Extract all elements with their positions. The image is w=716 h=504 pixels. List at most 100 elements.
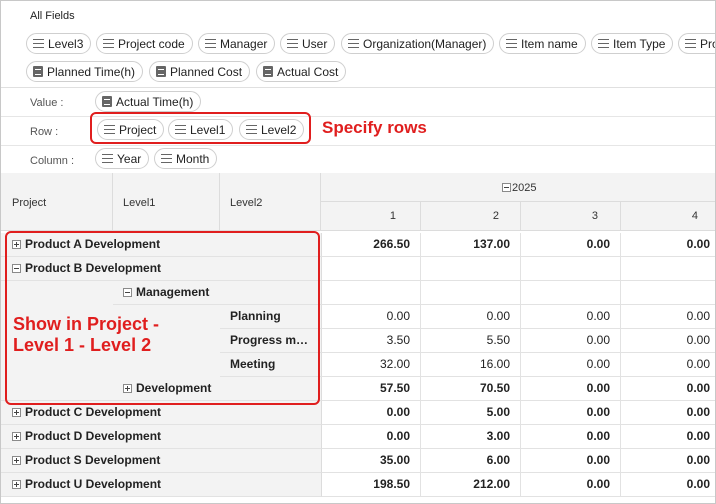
table-cell[interactable]: 57.50 [321, 377, 421, 401]
table-cell[interactable]: 0.00 [621, 305, 715, 329]
row-header-cell[interactable]: Product U Development [1, 473, 321, 497]
field-list-title: All Fields [30, 10, 75, 22]
table-cell[interactable]: 35.00 [321, 449, 421, 473]
field-chip-item-name[interactable]: Item name [499, 33, 586, 54]
row-header-level2[interactable]: Level2 [220, 173, 321, 231]
field-chip-truncated[interactable]: Pro [678, 33, 715, 54]
field-chip-manager[interactable]: Manager [198, 33, 276, 54]
expand-icon[interactable] [12, 456, 21, 465]
table-cell[interactable]: 0.00 [521, 329, 621, 353]
column-header-year[interactable]: 2025 [321, 173, 715, 202]
table-cell[interactable]: 6.00 [421, 449, 521, 473]
rows-callout-text: Specify rows [322, 118, 427, 137]
table-cell[interactable]: 3.00 [421, 425, 521, 449]
table-cell[interactable]: 212.00 [421, 473, 521, 497]
row-header-cell[interactable]: Product D Development [1, 425, 321, 449]
pivot-grid-window: All Fields Level3 Project code Manager U… [0, 0, 716, 504]
list-icon [287, 39, 298, 48]
grid-callout-line-1: Show in Project - [13, 314, 160, 334]
table-cell[interactable] [621, 281, 715, 305]
table-cell[interactable]: 32.00 [321, 353, 421, 377]
field-chip-actual-cost[interactable]: Actual Cost [256, 61, 347, 82]
row-header-project[interactable]: Project [1, 173, 113, 231]
grid-callout-text: Show in Project - Level 1 - Level 2 [13, 314, 159, 356]
column-zone-label: Column : [30, 155, 75, 167]
table-row: Product S Development 35.00 6.00 0.00 0.00 [1, 449, 715, 473]
table-cell[interactable]: 0.00 [521, 305, 621, 329]
table-cell[interactable]: 5.00 [421, 401, 521, 425]
column-header-month-4[interactable]: 4 [621, 202, 715, 231]
table-cell[interactable] [521, 281, 621, 305]
table-cell[interactable]: 0.00 [621, 401, 715, 425]
table-cell[interactable] [421, 257, 521, 281]
column-header-month-2[interactable]: 2 [421, 202, 521, 231]
table-cell[interactable]: 0.00 [621, 233, 715, 257]
table-cell[interactable]: 0.00 [521, 353, 621, 377]
table-cell[interactable] [521, 257, 621, 281]
table-cell[interactable]: 137.00 [421, 233, 521, 257]
measure-icon [263, 66, 273, 77]
table-cell[interactable]: 0.00 [321, 305, 421, 329]
value-chip-actual-time[interactable]: Actual Time(h) [95, 91, 202, 112]
field-chip-project-code[interactable]: Project code [96, 33, 193, 54]
expand-icon[interactable] [12, 480, 21, 489]
column-zone: Column : Year Month [1, 146, 715, 174]
expand-icon[interactable] [12, 408, 21, 417]
measure-icon [102, 96, 112, 107]
table-cell[interactable] [321, 257, 421, 281]
list-icon [33, 39, 44, 48]
field-chip-user[interactable]: User [280, 33, 336, 54]
table-cell[interactable]: 266.50 [321, 233, 421, 257]
table-cell[interactable]: 0.00 [621, 377, 715, 401]
table-cell[interactable] [621, 257, 715, 281]
list-icon [161, 154, 172, 163]
measure-icon [33, 66, 43, 77]
field-chip-planned-cost[interactable]: Planned Cost [149, 61, 251, 82]
table-cell[interactable]: 0.00 [321, 401, 421, 425]
column-header-month-1[interactable]: 1 [321, 202, 421, 231]
year-label: 2025 [512, 182, 537, 194]
row-label: Product U Development [25, 477, 162, 491]
row-header-cell[interactable]: Product S Development [1, 449, 321, 473]
table-cell[interactable]: 3.50 [321, 329, 421, 353]
row-header-level1[interactable]: Level1 [113, 173, 220, 231]
column-chip-year[interactable]: Year [95, 148, 150, 169]
row-label: Product D Development [25, 429, 162, 443]
table-cell[interactable]: 16.00 [421, 353, 521, 377]
field-chip-item-type[interactable]: Item Type [591, 33, 674, 54]
field-chip-level3[interactable]: Level3 [26, 33, 92, 54]
table-cell[interactable] [421, 281, 521, 305]
field-chip-organization-manager[interactable]: Organization(Manager) [341, 33, 495, 54]
table-cell[interactable]: 0.00 [421, 305, 521, 329]
table-cell[interactable]: 0.00 [621, 425, 715, 449]
table-cell[interactable]: 0.00 [521, 377, 621, 401]
list-icon [205, 39, 216, 48]
table-cell[interactable]: 0.00 [521, 401, 621, 425]
table-cell[interactable]: 198.50 [321, 473, 421, 497]
table-cell[interactable]: 0.00 [521, 449, 621, 473]
grid-callout-line-2: Level 1 - Level 2 [13, 335, 152, 355]
table-cell[interactable]: 0.00 [621, 329, 715, 353]
table-cell[interactable] [321, 281, 421, 305]
list-icon [506, 39, 517, 48]
table-cell[interactable]: 5.50 [421, 329, 521, 353]
table-cell[interactable]: 0.00 [621, 353, 715, 377]
table-cell[interactable]: 0.00 [621, 449, 715, 473]
table-cell[interactable]: 0.00 [521, 425, 621, 449]
table-row: Product D Development 0.00 3.00 0.00 0.00 [1, 425, 715, 449]
table-cell[interactable]: 0.00 [621, 473, 715, 497]
list-icon [685, 39, 696, 48]
table-cell[interactable]: 0.00 [521, 473, 621, 497]
collapse-icon[interactable] [502, 183, 511, 192]
table-cell[interactable]: 0.00 [521, 233, 621, 257]
row-label: Product S Development [25, 453, 161, 467]
field-list-panel: All Fields Level3 Project code Manager U… [1, 1, 715, 88]
table-cell[interactable]: 70.50 [421, 377, 521, 401]
field-chip-planned-time[interactable]: Planned Time(h) [26, 61, 144, 82]
row-zone-label: Row : [30, 126, 59, 138]
table-cell[interactable]: 0.00 [321, 425, 421, 449]
column-header-month-3[interactable]: 3 [521, 202, 621, 231]
column-chip-month[interactable]: Month [154, 148, 218, 169]
list-icon [598, 39, 609, 48]
expand-icon[interactable] [12, 432, 21, 441]
